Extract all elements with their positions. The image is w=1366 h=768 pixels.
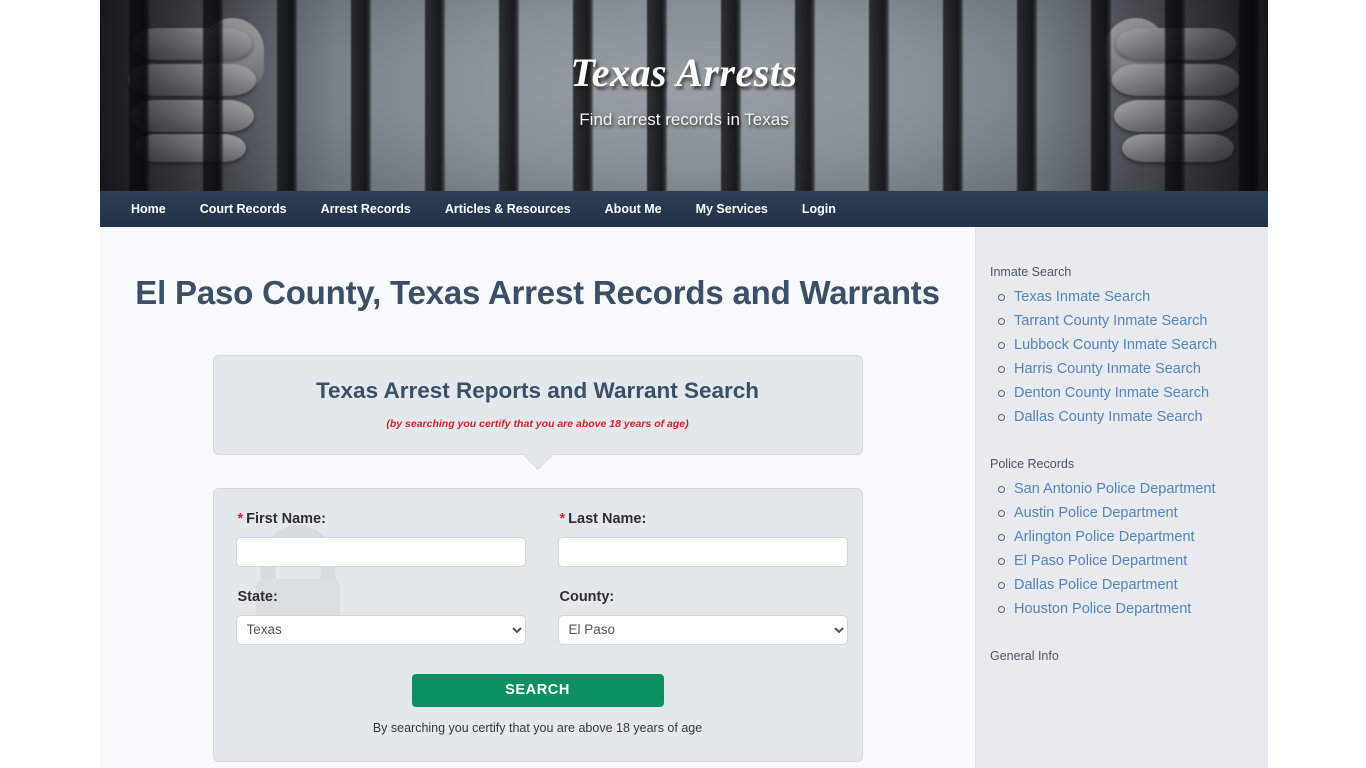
- site-tagline: Find arrest records in Texas: [579, 110, 789, 129]
- sidebar-block-police-records: Police Records San Antonio Police Depart…: [990, 457, 1268, 617]
- last-name-input[interactable]: [557, 536, 848, 567]
- site-header: Texas Arrests Find arrest records in Tex…: [100, 0, 1268, 191]
- name-field-row: * First Name: * Last Name:: [235, 511, 848, 567]
- search-banner-age-disclaimer: (by searching you certify that you are a…: [386, 417, 689, 430]
- sidebar-link-harris-county-inmate-search[interactable]: Harris County Inmate Search: [1014, 361, 1201, 377]
- search-button[interactable]: SEARCH: [411, 673, 664, 707]
- sidebar-heading-inmate-search: Inmate Search: [990, 265, 1072, 279]
- age-certification-note: By searching you certify that you are ab…: [372, 720, 703, 735]
- list-item: Lubbock County Inmate Search: [998, 337, 1268, 353]
- sidebar-link-el-paso-police-department[interactable]: El Paso Police Department: [1014, 553, 1187, 569]
- list-item: Arlington Police Department: [998, 529, 1268, 545]
- list-item: Dallas County Inmate Search: [998, 409, 1268, 425]
- list-item: El Paso Police Department: [998, 553, 1268, 569]
- nav-item-arrest-records[interactable]: Arrest Records: [304, 191, 428, 227]
- county-select[interactable]: El Paso: [557, 614, 848, 645]
- nav-item-login[interactable]: Login: [785, 191, 853, 227]
- first-name-input[interactable]: [235, 536, 526, 567]
- sidebar-link-houston-police-department[interactable]: Houston Police Department: [1014, 601, 1191, 617]
- sidebar-link-texas-inmate-search[interactable]: Texas Inmate Search: [1014, 289, 1150, 305]
- site-title: Texas Arrests: [570, 50, 798, 95]
- sidebar-link-arlington-police-department[interactable]: Arlington Police Department: [1014, 529, 1195, 545]
- list-item: Texas Inmate Search: [998, 289, 1268, 305]
- sidebar-heading-police-records: Police Records: [990, 457, 1075, 471]
- site-branding: Texas Arrests Find arrest records in Tex…: [100, 50, 1268, 130]
- state-field-group: State: Texas: [235, 588, 526, 645]
- sidebar-list-inmate-search: Texas Inmate Search Tarrant County Inmat…: [990, 289, 1268, 425]
- sidebar-link-austin-police-department[interactable]: Austin Police Department: [1014, 505, 1178, 521]
- search-banner-title: Texas Arrest Reports and Warrant Search: [315, 377, 760, 403]
- page-title: El Paso County, Texas Arrest Records and…: [135, 274, 940, 311]
- list-item: San Antonio Police Department: [998, 481, 1268, 497]
- sidebar-heading-general-info: General Info: [990, 649, 1059, 663]
- first-name-required-asterisk: *: [237, 510, 244, 527]
- sidebar-link-tarrant-county-inmate-search[interactable]: Tarrant County Inmate Search: [1014, 313, 1207, 329]
- last-name-label-text: Last Name:: [568, 510, 647, 527]
- nav-item-articles-resources[interactable]: Articles & Resources: [428, 191, 588, 227]
- state-label: State:: [237, 588, 278, 605]
- content-columns: El Paso County, Texas Arrest Records and…: [100, 227, 1268, 768]
- list-item: Austin Police Department: [998, 505, 1268, 521]
- sidebar-link-denton-county-inmate-search[interactable]: Denton County Inmate Search: [1014, 385, 1209, 401]
- first-name-field-group: * First Name:: [235, 511, 526, 567]
- sidebar: Inmate Search Texas Inmate Search Tarran…: [975, 227, 1268, 768]
- first-name-label-text: First Name:: [246, 510, 326, 527]
- nav-item-home[interactable]: Home: [114, 191, 183, 227]
- last-name-field-group: * Last Name:: [557, 511, 848, 567]
- sidebar-link-san-antonio-police-department[interactable]: San Antonio Police Department: [1014, 481, 1216, 497]
- arrest-search-form: * First Name: * Last Name: State: Texas …: [212, 487, 863, 762]
- first-name-label: * First Name:: [238, 511, 526, 527]
- state-select[interactable]: Texas: [235, 614, 526, 645]
- sidebar-link-lubbock-county-inmate-search[interactable]: Lubbock County Inmate Search: [1014, 337, 1217, 353]
- sidebar-block-inmate-search: Inmate Search Texas Inmate Search Tarran…: [990, 265, 1268, 425]
- last-name-label: * Last Name:: [560, 511, 848, 527]
- list-item: Dallas Police Department: [998, 577, 1268, 593]
- sidebar-link-dallas-county-inmate-search[interactable]: Dallas County Inmate Search: [1014, 409, 1203, 425]
- main-navigation: Home Court Records Arrest Records Articl…: [100, 191, 1268, 227]
- list-item: Houston Police Department: [998, 601, 1268, 617]
- list-item: Tarrant County Inmate Search: [998, 313, 1268, 329]
- nav-item-my-services[interactable]: My Services: [679, 191, 785, 227]
- sidebar-list-police-records: San Antonio Police Department Austin Pol…: [990, 481, 1268, 617]
- list-item: Denton County Inmate Search: [998, 385, 1268, 401]
- main-content: El Paso County, Texas Arrest Records and…: [100, 227, 975, 768]
- location-field-row: State: Texas County: El Paso: [235, 588, 848, 645]
- list-item: Harris County Inmate Search: [998, 361, 1268, 377]
- nav-item-court-records[interactable]: Court Records: [183, 191, 304, 227]
- banner-pointer-triangle: [521, 452, 554, 469]
- sidebar-link-dallas-police-department[interactable]: Dallas Police Department: [1014, 577, 1178, 593]
- last-name-required-asterisk: *: [559, 510, 566, 527]
- page-container: Texas Arrests Find arrest records in Tex…: [100, 0, 1268, 768]
- search-form-wrapper: Texas Arrest Reports and Warrant Search …: [212, 354, 863, 762]
- search-banner: Texas Arrest Reports and Warrant Search …: [212, 354, 863, 469]
- county-label: County:: [559, 588, 615, 605]
- county-field-group: County: El Paso: [557, 588, 848, 645]
- sidebar-block-general-info: General Info: [990, 649, 1268, 663]
- nav-item-about-me[interactable]: About Me: [588, 191, 679, 227]
